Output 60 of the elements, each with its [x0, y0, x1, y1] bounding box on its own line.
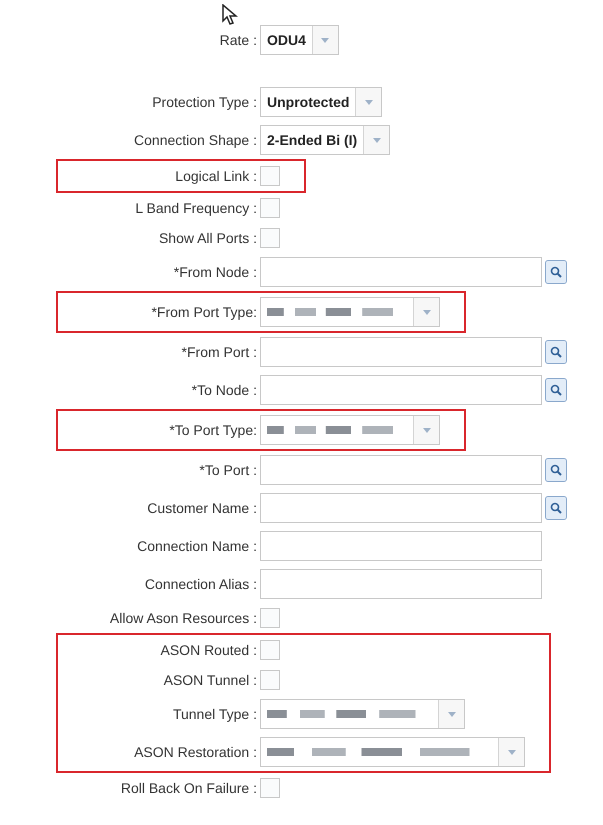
search-icon [550, 464, 562, 476]
input-field[interactable] [260, 257, 542, 287]
dropdown[interactable] [260, 415, 440, 445]
field-label: Connection Shape : [133, 130, 258, 150]
checkbox[interactable] [260, 198, 280, 218]
field-label: *From Port Type: [150, 302, 258, 322]
dropdown[interactable]: ODU4 [260, 25, 339, 55]
field-label: Connection Name : [136, 536, 258, 556]
search-icon [550, 384, 562, 396]
field-label: Show All Ports : [158, 228, 258, 248]
input-field[interactable] [260, 375, 542, 405]
field-label: Protection Type : [151, 92, 258, 112]
checkbox[interactable] [260, 670, 280, 690]
field-label: *To Node : [190, 380, 258, 400]
cursor-icon [222, 4, 238, 26]
search-icon [550, 266, 562, 278]
caret-icon [364, 100, 373, 104]
caret-icon [508, 750, 516, 754]
caret-icon [422, 310, 430, 314]
field-label: Logical Link : [174, 166, 258, 186]
field-label: *From Node : [172, 262, 258, 282]
caret-icon [321, 38, 330, 42]
field-label: *From Port : [180, 342, 258, 362]
search-button[interactable] [545, 340, 567, 364]
caret-icon [448, 712, 456, 716]
field-label: Connection Alias : [144, 574, 258, 594]
checkbox[interactable] [260, 166, 280, 186]
search-icon [550, 346, 562, 358]
dropdown[interactable]: 2-Ended Bi (I) [260, 125, 390, 155]
dropdown[interactable] [260, 699, 465, 729]
search-button[interactable] [545, 458, 567, 482]
caret-icon [372, 138, 381, 142]
input-field[interactable] [260, 569, 542, 599]
checkbox[interactable] [260, 640, 280, 660]
field-label: ASON Restoration : [133, 742, 258, 762]
input-field[interactable] [260, 455, 542, 485]
field-label: L Band Frequency : [134, 198, 258, 218]
checkbox[interactable] [260, 608, 280, 628]
input-field[interactable] [260, 337, 542, 367]
field-label: Customer Name : [146, 498, 258, 518]
caret-icon [422, 428, 430, 432]
search-button[interactable] [545, 378, 567, 402]
dropdown[interactable]: Unprotected [260, 87, 382, 117]
checkbox[interactable] [260, 228, 280, 248]
field-label: Rate : [218, 30, 258, 50]
dropdown[interactable] [260, 737, 525, 767]
field-label: Tunnel Type : [172, 704, 258, 724]
search-icon [550, 502, 562, 514]
field-label: *To Port Type: [168, 420, 258, 440]
input-field[interactable] [260, 531, 542, 561]
field-label: ASON Tunnel : [162, 670, 258, 690]
field-label: Allow Ason Resources : [108, 608, 258, 628]
search-button[interactable] [545, 496, 567, 520]
dropdown[interactable] [260, 297, 440, 327]
field-label: Roll Back On Failure : [120, 778, 258, 798]
field-label: *To Port : [198, 460, 258, 480]
input-field[interactable] [260, 493, 542, 523]
checkbox[interactable] [260, 778, 280, 798]
field-label: ASON Routed : [160, 640, 258, 660]
search-button[interactable] [545, 260, 567, 284]
